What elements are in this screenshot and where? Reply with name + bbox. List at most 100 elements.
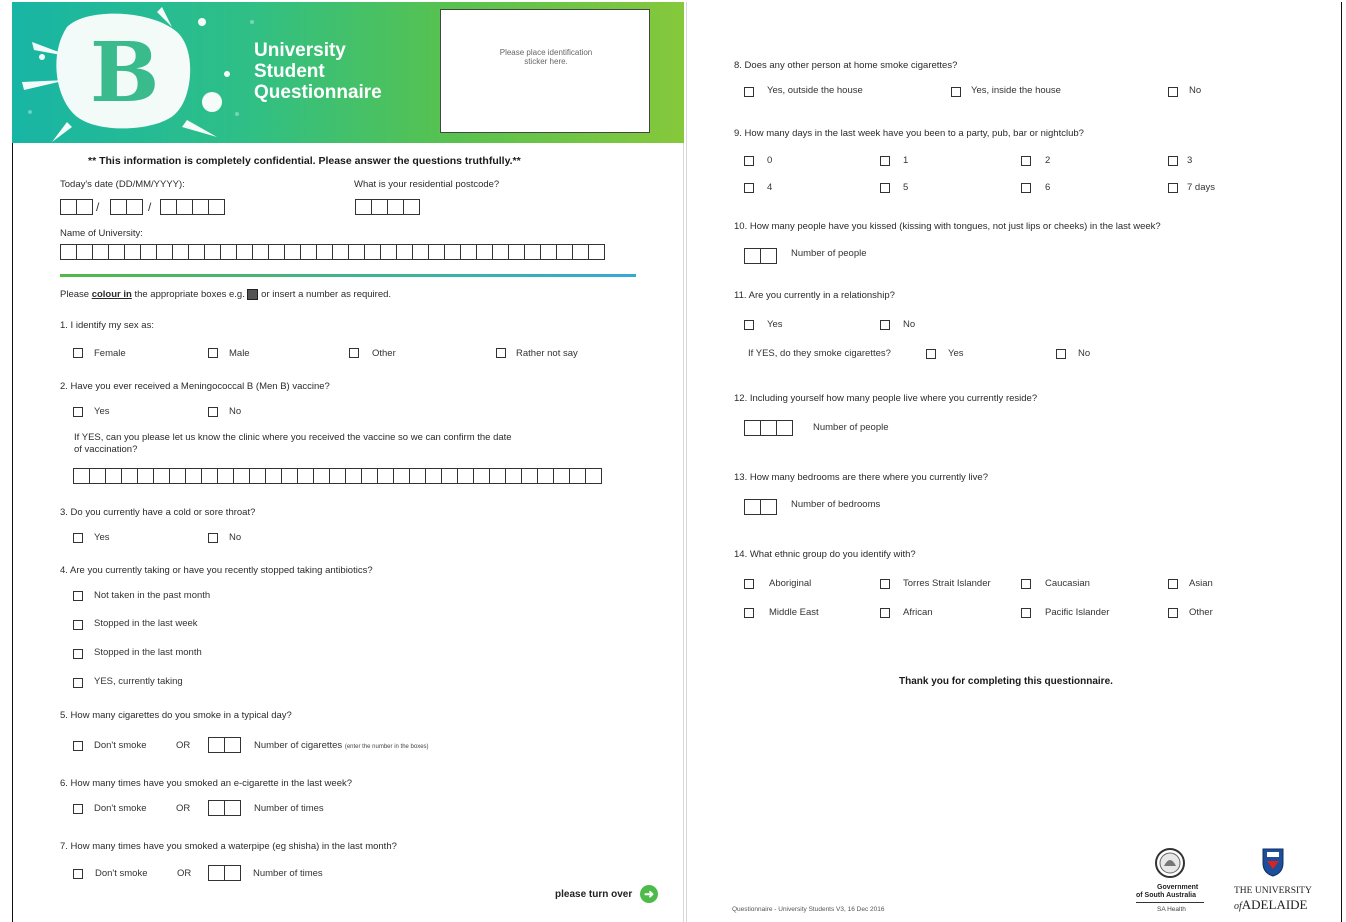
postcode-input[interactable]: [355, 199, 420, 215]
uni-line-1: THE UNIVERSITY: [1234, 886, 1312, 896]
q5-count-text: Number of cigarettes: [254, 740, 343, 751]
q11-followup-yes-checkbox[interactable]: [926, 349, 936, 359]
section-divider: [60, 274, 636, 277]
q9-5-checkbox[interactable]: [880, 183, 890, 193]
q6-text: 6. How many times have you smoked an e-c…: [60, 778, 353, 789]
q3-no-checkbox[interactable]: [208, 533, 218, 543]
q14-caucasian-label: Caucasian: [1045, 578, 1090, 589]
q8-inside-label: Yes, inside the house: [971, 85, 1061, 96]
logo-letter: B: [90, 25, 160, 121]
title-line-1: University: [254, 40, 346, 61]
q5-dont-smoke-checkbox[interactable]: [73, 741, 83, 751]
q2-clinic-input[interactable]: [73, 468, 602, 484]
q14-pacific-checkbox[interactable]: [1021, 608, 1031, 618]
date-separator: /: [148, 200, 152, 214]
q8-inside-checkbox[interactable]: [951, 87, 961, 97]
q6-count-label: Number of times: [254, 803, 324, 814]
q9-2-label: 2: [1045, 155, 1051, 166]
q11-yes-label: Yes: [767, 319, 783, 330]
q1-other-checkbox[interactable]: [349, 348, 359, 358]
q4-stopped-month-label: Stopped in the last month: [94, 647, 202, 658]
q14-caucasian-checkbox[interactable]: [1021, 579, 1031, 589]
instructions-suffix: or insert a number as required.: [258, 289, 392, 301]
q14-african-label: African: [903, 607, 933, 618]
date-separator: /: [96, 200, 100, 214]
q1-rather-not-say-checkbox[interactable]: [496, 348, 506, 358]
questionnaire-title: University Student Questionnaire: [254, 40, 382, 103]
q11-no-checkbox[interactable]: [880, 320, 890, 330]
q7-times-input[interactable]: [208, 865, 241, 881]
q14-other-label: Other: [1189, 607, 1213, 618]
q4-currently-taking-label: YES, currently taking: [94, 676, 183, 687]
q8-outside-checkbox[interactable]: [744, 87, 754, 97]
q7-or-label: OR: [177, 868, 192, 879]
q9-7-checkbox[interactable]: [1168, 183, 1178, 193]
q13-text: 13. How many bedrooms are there where yo…: [734, 472, 988, 483]
q5-dont-smoke-label: Don't smoke: [94, 740, 147, 751]
q9-3-label: 3: [1187, 155, 1193, 166]
q2-no-label: No: [229, 406, 242, 417]
q10-count-input[interactable]: [744, 248, 777, 264]
q4-stopped-month-checkbox[interactable]: [73, 649, 83, 659]
q10-count-label: Number of people: [791, 248, 867, 259]
q2-yes-checkbox[interactable]: [73, 407, 83, 417]
q11-followup-no-checkbox[interactable]: [1056, 349, 1066, 359]
q9-5-label: 5: [903, 182, 909, 193]
q7-text: 7. How many times have you smoked a wate…: [60, 841, 397, 852]
filled-box-example: [247, 289, 259, 300]
date-month-input[interactable]: [110, 199, 143, 215]
q4-stopped-week-checkbox[interactable]: [73, 620, 83, 630]
q14-asian-checkbox[interactable]: [1168, 579, 1178, 589]
q3-yes-label: Yes: [94, 532, 110, 543]
q3-text: 3. Do you currently have a cold or sore …: [60, 507, 256, 518]
turn-over-text: please turn over: [555, 889, 633, 900]
q5-count-label: Number of cigarettes (enter the number i…: [254, 740, 429, 751]
q9-1-checkbox[interactable]: [880, 156, 890, 166]
q1-text: 1. I identify my sex as:: [60, 320, 154, 331]
q6-dont-smoke-checkbox[interactable]: [73, 804, 83, 814]
q14-torres-checkbox[interactable]: [880, 579, 890, 589]
q3-yes-checkbox[interactable]: [73, 533, 83, 543]
q4-stopped-week-label: Stopped in the last week: [94, 618, 198, 629]
q2-no-checkbox[interactable]: [208, 407, 218, 417]
q9-3-checkbox[interactable]: [1168, 156, 1178, 166]
q10-text: 10. How many people have you kissed (kis…: [734, 221, 1161, 232]
q1-female-checkbox[interactable]: [73, 348, 83, 358]
q9-2-checkbox[interactable]: [1021, 156, 1031, 166]
q4-not-taken-checkbox[interactable]: [73, 591, 83, 601]
q9-text: 9. How many days in the last week have y…: [734, 128, 1084, 139]
q12-count-label: Number of people: [813, 422, 889, 433]
q7-dont-smoke-checkbox[interactable]: [73, 869, 83, 879]
date-day-input[interactable]: [60, 199, 93, 215]
q13-count-label: Number of bedrooms: [791, 499, 881, 510]
q14-other-checkbox[interactable]: [1168, 608, 1178, 618]
q9-6-checkbox[interactable]: [1021, 183, 1031, 193]
q8-no-label: No: [1189, 85, 1202, 96]
q5-cigarettes-input[interactable]: [208, 737, 241, 753]
q13-count-input[interactable]: [744, 499, 777, 515]
q6-times-input[interactable]: [208, 800, 241, 816]
university-name-input[interactable]: [60, 244, 605, 260]
q8-no-checkbox[interactable]: [1168, 87, 1178, 97]
date-year-input[interactable]: [160, 199, 225, 215]
q14-middle-east-checkbox[interactable]: [744, 608, 754, 618]
instructions-emphasis: colour in: [91, 289, 132, 301]
q1-other-label: Other: [372, 348, 396, 359]
q9-4-checkbox[interactable]: [744, 183, 754, 193]
q12-count-input[interactable]: [744, 420, 793, 436]
q14-african-checkbox[interactable]: [880, 608, 890, 618]
q14-pacific-label: Pacific Islander: [1045, 607, 1110, 618]
q14-aboriginal-checkbox[interactable]: [744, 579, 754, 589]
identification-sticker-box: Please place identification sticker here…: [440, 9, 650, 133]
thank-you-message: Thank you for completing this questionna…: [899, 676, 1113, 687]
q4-not-taken-label: Not taken in the past month: [94, 590, 211, 601]
q4-currently-taking-checkbox[interactable]: [73, 678, 83, 688]
q9-0-checkbox[interactable]: [744, 156, 754, 166]
q11-text: 11. Are you currently in a relationship?: [734, 290, 895, 301]
q11-yes-checkbox[interactable]: [744, 320, 754, 330]
q5-text: 5. How many cigarettes do you smoke in a…: [60, 710, 292, 721]
q7-count-label: Number of times: [253, 868, 323, 879]
sticker-instruction: Please place identification sticker here…: [499, 48, 593, 66]
q1-male-checkbox[interactable]: [208, 348, 218, 358]
q9-7-label: 7 days: [1187, 182, 1215, 193]
